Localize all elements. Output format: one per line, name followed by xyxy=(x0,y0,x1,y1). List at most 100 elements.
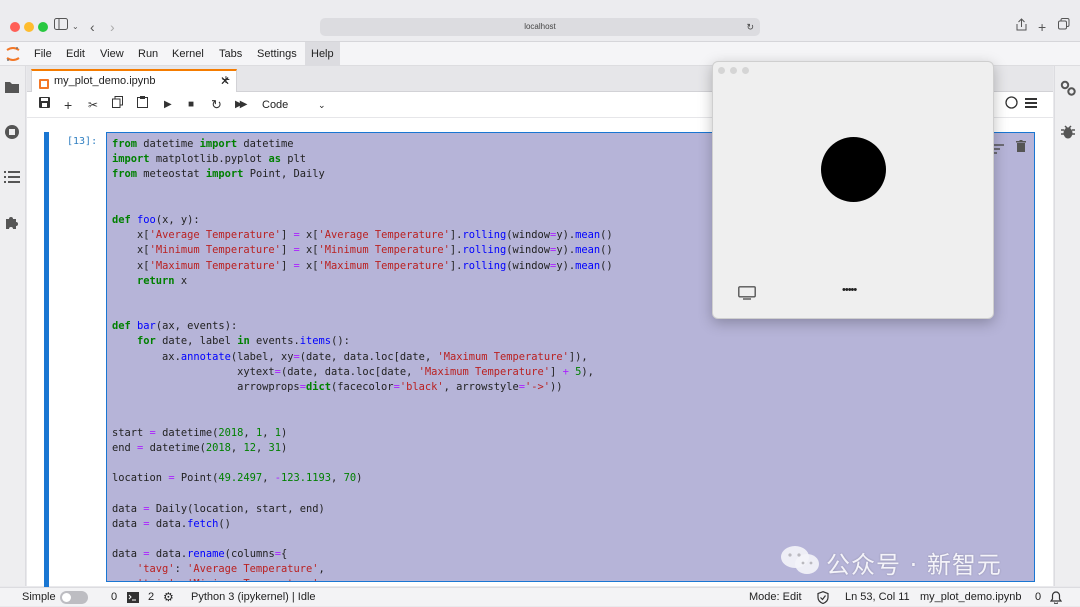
code-line: x['Minimum Temperature'] = x['Minimum Te… xyxy=(137,244,613,257)
restart-icon[interactable]: ↻ xyxy=(211,96,222,114)
folder-icon[interactable] xyxy=(4,80,22,98)
extensions-icon[interactable] xyxy=(4,214,22,232)
more-dots[interactable]: ••••• xyxy=(842,284,857,296)
tab-title: my_plot_demo.ipynb xyxy=(54,75,156,87)
cursor-position[interactable]: Ln 53, Col 11 xyxy=(845,588,910,607)
address-bar[interactable]: localhost ↻ xyxy=(320,18,760,36)
code-line: from datetime import datetime xyxy=(112,138,294,150)
code-line: for date, label in events.items(): xyxy=(137,335,350,348)
bell-icon[interactable] xyxy=(1049,591,1063,607)
code-line: data = data.rename(columns={ xyxy=(112,548,288,561)
code-line: def bar(ax, events): xyxy=(112,320,238,333)
menu-view[interactable]: View xyxy=(94,42,130,66)
tab-overview-icon[interactable] xyxy=(1058,18,1070,36)
menu-kernel[interactable]: Kernel xyxy=(166,42,210,66)
code-line: end = datetime(2018, 12, 31) xyxy=(112,441,288,454)
overlay-zoom-button[interactable] xyxy=(742,67,749,74)
right-sidebar xyxy=(1054,66,1080,586)
cell-type-value: Code xyxy=(262,99,289,111)
reload-icon[interactable]: ↻ xyxy=(746,18,754,36)
cut-icon[interactable]: ✂ xyxy=(88,96,98,114)
watermark: 公众号 · 新智元 xyxy=(780,545,1002,579)
code-line: return x xyxy=(137,274,188,287)
kernel-gear-icon[interactable]: ⚙ xyxy=(163,591,174,604)
toggle-knob xyxy=(62,593,71,602)
paste-icon[interactable] xyxy=(137,96,148,114)
running-kernels-icon[interactable] xyxy=(4,124,22,142)
close-window-button[interactable] xyxy=(10,22,20,32)
restart-run-all-icon[interactable]: ▶▶ xyxy=(235,96,248,114)
chevron-down-icon[interactable]: ⌄ xyxy=(72,18,79,36)
active-cell-indicator xyxy=(44,132,49,592)
terminal-icon[interactable] xyxy=(127,592,139,606)
shield-icon xyxy=(817,591,829,607)
code-line: ax.annotate(label, xy=(date, data.loc[da… xyxy=(162,350,588,363)
jupyter-logo-icon xyxy=(6,46,20,67)
menu-help[interactable]: Help xyxy=(305,42,340,66)
save-icon[interactable] xyxy=(39,96,50,114)
code-line: location = Point(49.2497, -123.1193, 70) xyxy=(112,472,363,485)
code-line: arrowprops=dict(facecolor='black', arrow… xyxy=(237,381,563,393)
code-line: 'tavg': 'Average Temperature', xyxy=(137,563,325,576)
code-line: import matplotlib.pyplot as plt xyxy=(112,153,307,166)
tab-notebook[interactable]: my_plot_demo.ipynb ✕ xyxy=(31,69,237,92)
code-line: def foo(x, y): xyxy=(112,213,200,226)
back-button[interactable]: ‹ xyxy=(90,18,95,36)
editor-mode: Mode: Edit xyxy=(749,591,802,603)
simple-mode-label: Simple xyxy=(22,591,56,603)
menu-file[interactable]: File xyxy=(28,42,58,66)
notifications-count: 0 xyxy=(1035,591,1042,603)
menu-tabs[interactable]: Tabs xyxy=(213,42,248,66)
avatar xyxy=(821,137,886,202)
new-launcher-button[interactable]: + xyxy=(216,70,236,89)
watermark-text: 公众号 · 新智元 xyxy=(826,550,1002,579)
menu-edit[interactable]: Edit xyxy=(60,42,91,66)
property-inspector-icon[interactable] xyxy=(1060,80,1076,101)
kernel-status[interactable]: Python 3 (ipykernel) | Idle xyxy=(191,588,316,607)
stop-icon[interactable]: ■ xyxy=(188,96,194,114)
table-of-contents-icon[interactable] xyxy=(4,170,22,188)
menu-settings[interactable]: Settings xyxy=(251,42,303,66)
display-icon[interactable] xyxy=(738,286,756,305)
left-sidebar xyxy=(0,66,26,586)
debugger-icon[interactable] xyxy=(1060,124,1076,145)
insert-cell-icon[interactable]: + xyxy=(64,96,72,114)
terminals-count: 0 xyxy=(111,591,118,603)
code-line: x['Maximum Temperature'] = x['Maximum Te… xyxy=(137,259,613,272)
floating-window[interactable]: ••••• xyxy=(712,61,994,319)
code-line: data = Daily(location, start, end) xyxy=(112,502,325,515)
code-line: start = datetime(2018, 1, 1) xyxy=(112,426,288,439)
cell-type-select[interactable]: Code ⌄ xyxy=(262,96,332,114)
run-cell-icon[interactable]: ▶ xyxy=(164,96,172,114)
url-text: localhost xyxy=(524,22,556,31)
code-content: from datetime import datetime import matp… xyxy=(112,137,613,581)
minimize-window-button[interactable] xyxy=(24,22,34,32)
kernels-count: 2 xyxy=(148,591,155,603)
simple-mode-toggle[interactable] xyxy=(60,591,88,604)
wechat-logo-icon xyxy=(780,544,820,581)
copy-icon[interactable] xyxy=(112,96,123,114)
share-icon[interactable] xyxy=(1016,18,1027,37)
code-line: from meteostat import Point, Daily xyxy=(112,168,325,181)
menu-icon[interactable] xyxy=(1025,96,1037,114)
overlay-minimize-button[interactable] xyxy=(730,67,737,74)
status-bar: Simple 0 2 ⚙ Python 3 (ipykernel) | Idle… xyxy=(0,587,1080,606)
zoom-window-button[interactable] xyxy=(38,22,48,32)
overlay-close-button[interactable] xyxy=(718,67,725,74)
delete-cell-icon[interactable] xyxy=(1016,139,1026,157)
forward-button[interactable]: › xyxy=(110,18,115,36)
new-tab-icon[interactable]: + xyxy=(1038,18,1046,36)
menu-run[interactable]: Run xyxy=(132,42,164,66)
code-line: 'tmin': 'Minimum Temperature', xyxy=(112,577,613,581)
sidebar-toggle-icon[interactable] xyxy=(54,18,68,36)
status-filename: my_plot_demo.ipynb xyxy=(920,591,1022,603)
